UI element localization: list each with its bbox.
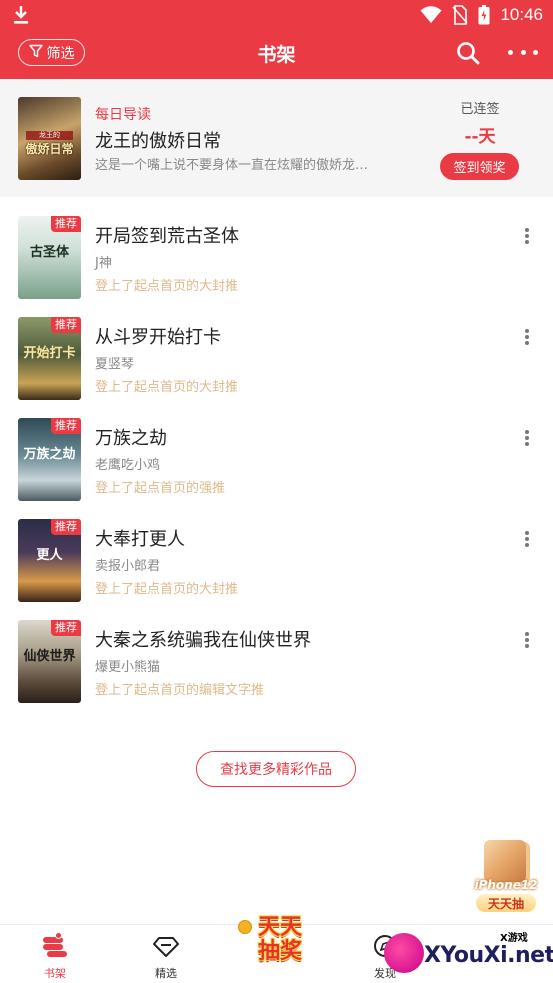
book-cover[interactable]: 仙侠世界 推荐 bbox=[18, 620, 81, 703]
wifi-icon bbox=[420, 6, 442, 24]
daily-tag: 每日导读 bbox=[95, 107, 151, 123]
search-icon[interactable] bbox=[455, 40, 481, 66]
book-row[interactable]: 古圣体 推荐 开局签到荒古圣体 J神登上了起点首页的大封推 bbox=[0, 216, 553, 317]
book-author: 老鹰吃小鸡 bbox=[95, 458, 161, 473]
watermark-small: X游戏 bbox=[500, 933, 528, 944]
nav-bookshelf[interactable]: 书架 bbox=[15, 925, 95, 983]
top-bar: 10:46 筛选 书架 bbox=[0, 0, 553, 79]
book-cover[interactable]: 开始打卡 推荐 bbox=[18, 317, 81, 400]
book-cover[interactable]: 万族之劫 推荐 bbox=[18, 418, 81, 501]
phone-image-icon bbox=[484, 840, 526, 882]
book-author: 卖报小郎君 bbox=[95, 559, 161, 574]
recommend-badge: 推荐 bbox=[51, 216, 81, 232]
nav-featured[interactable]: 精选 bbox=[126, 925, 206, 983]
notification-dot bbox=[55, 932, 62, 939]
daily-lottery-promo[interactable]: 天天抽奖 bbox=[238, 910, 316, 976]
recommend-badge: 推荐 bbox=[51, 620, 81, 636]
header: 筛选 书架 bbox=[0, 30, 553, 79]
daily-cover-small-text: 龙王的 bbox=[26, 131, 73, 140]
streak-label: 已连签 bbox=[460, 102, 500, 117]
book-note: 登上了起点首页的编辑文字推 bbox=[95, 683, 265, 698]
daily-description: 这是一个嘴上说不要身体一直在炫耀的傲娇龙… bbox=[95, 158, 369, 173]
book-note: 登上了起点首页的大封推 bbox=[95, 279, 239, 294]
book-cover[interactable]: 古圣体 推荐 bbox=[18, 216, 81, 299]
book-note: 登上了起点首页的强推 bbox=[95, 481, 226, 496]
checkin-button[interactable]: 签到领奖 bbox=[440, 153, 519, 180]
book-note: 登上了起点首页的大封推 bbox=[95, 582, 239, 597]
book-author: 夏竖琴 bbox=[95, 357, 135, 372]
status-bar: 10:46 bbox=[0, 0, 553, 30]
book-title[interactable]: 大秦之系统骗我在仙侠世界 bbox=[95, 626, 311, 652]
more-vertical-icon[interactable] bbox=[518, 226, 536, 246]
daily-lottery-text: 天天抽奖 bbox=[257, 915, 302, 964]
book-author: 爆更小熊猫 bbox=[95, 660, 161, 675]
book-author: J神 bbox=[95, 256, 112, 271]
watermark: X游戏 XYouXi.net bbox=[380, 925, 553, 981]
more-vertical-icon[interactable] bbox=[518, 630, 536, 650]
nav-label-featured: 精选 bbox=[155, 967, 177, 980]
watermark-logo bbox=[384, 933, 424, 973]
more-horizontal-icon[interactable] bbox=[508, 42, 538, 62]
download-icon bbox=[12, 4, 30, 26]
promo-label: 天天抽 bbox=[476, 894, 536, 912]
book-title[interactable]: 万族之劫 bbox=[95, 424, 167, 450]
promo-model: iPhone12 bbox=[474, 878, 538, 892]
status-time: 10:46 bbox=[500, 5, 543, 24]
battery-icon bbox=[478, 5, 490, 25]
book-note: 登上了起点首页的大封推 bbox=[95, 380, 239, 395]
recommend-badge: 推荐 bbox=[51, 519, 81, 535]
daily-reading-card[interactable]: 龙王的 傲娇日常 每日导读 龙王的傲娇日常 这是一个嘴上说不要身体一直在炫耀的傲… bbox=[0, 79, 553, 197]
daily-title[interactable]: 龙王的傲娇日常 bbox=[95, 127, 221, 153]
book-cover-text: 开始打卡 bbox=[23, 346, 76, 361]
promo-iphone-widget[interactable]: iPhone12 天天抽 bbox=[470, 838, 542, 914]
more-vertical-icon[interactable] bbox=[518, 327, 536, 347]
find-more-button[interactable]: 查找更多精彩作品 bbox=[196, 751, 356, 787]
book-row[interactable]: 万族之劫 推荐 万族之劫 老鹰吃小鸡 登上了起点首页的强推 bbox=[0, 418, 553, 519]
more-vertical-icon[interactable] bbox=[518, 529, 536, 549]
more-vertical-icon[interactable] bbox=[518, 428, 536, 448]
book-row[interactable]: 更人 推荐 大奉打更人卖报小郎君登上了起点首页的大封推 bbox=[0, 519, 553, 620]
book-cover-text: 万族之劫 bbox=[23, 447, 76, 462]
book-title[interactable]: 开局签到荒古圣体 bbox=[95, 222, 239, 248]
streak-value: --天 bbox=[464, 127, 496, 147]
book-cover-text: 古圣体 bbox=[29, 245, 69, 260]
book-cover-text: 仙侠世界 bbox=[23, 649, 76, 664]
recommend-badge: 推荐 bbox=[51, 418, 81, 434]
diamond-icon bbox=[152, 933, 180, 959]
daily-book-cover[interactable]: 龙王的 傲娇日常 bbox=[18, 97, 81, 180]
book-cover[interactable]: 更人 推荐 bbox=[18, 519, 81, 602]
nav-label-bookshelf: 书架 bbox=[44, 967, 66, 980]
no-sim-icon bbox=[452, 5, 469, 25]
book-title[interactable]: 从斗罗开始打卡 bbox=[95, 323, 221, 349]
book-cover-text: 更人 bbox=[36, 548, 63, 563]
watermark-text: XYouXi.net bbox=[424, 943, 553, 968]
book-row[interactable]: 仙侠世界 推荐 大秦之系统骗我在仙侠世界爆更小熊猫登上了起点首页的编辑文字推 bbox=[0, 620, 553, 721]
book-row[interactable]: 开始打卡 推荐 从斗罗开始打卡夏竖琴登上了起点首页的大封推 bbox=[0, 317, 553, 418]
recommend-badge: 推荐 bbox=[51, 317, 81, 333]
daily-cover-text: 傲娇日常 bbox=[25, 142, 74, 156]
book-title[interactable]: 大奉打更人 bbox=[95, 525, 185, 551]
